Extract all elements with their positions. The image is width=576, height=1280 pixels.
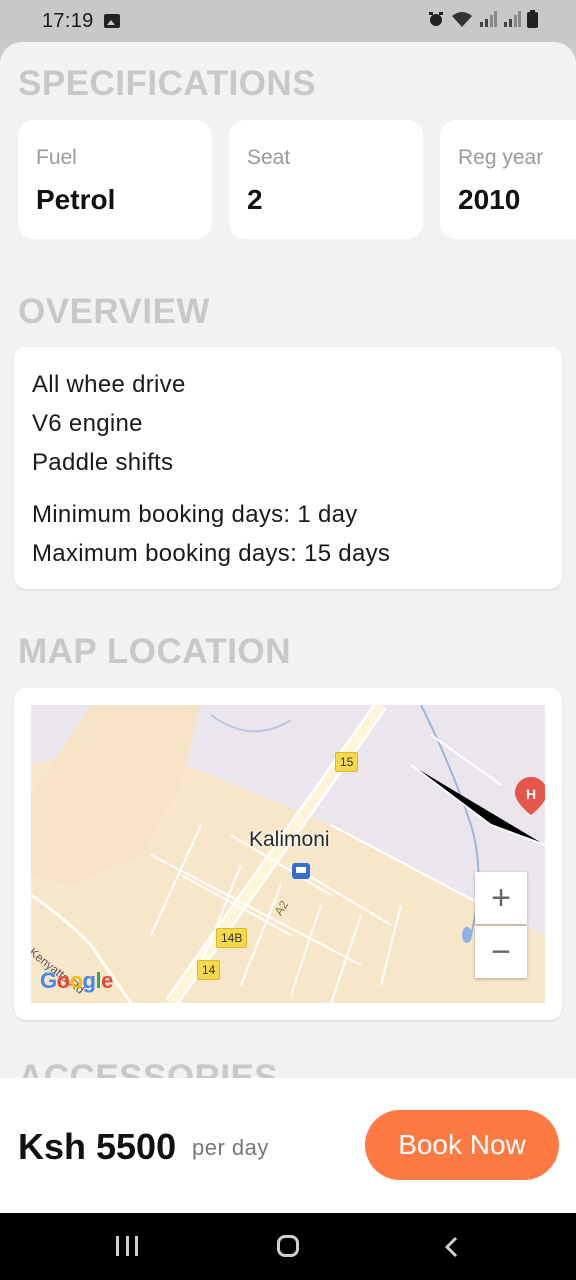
overview-card: All whee drive V6 engine Paddle shifts M… (14, 347, 562, 589)
map-card: H Kalimoni 15 14B 14 Kenyatta Rd A2 + − … (14, 688, 562, 1020)
map-location-title: MAP LOCATION (18, 632, 292, 671)
home-icon[interactable] (277, 1235, 299, 1257)
back-icon[interactable] (444, 1236, 460, 1258)
status-bar: 17:19 (0, 0, 576, 42)
svg-text:H: H (526, 786, 536, 802)
spec-card-seat: Seat 2 (229, 120, 423, 239)
overview-feature: V6 engine (32, 410, 143, 437)
booking-bar: Ksh 5500 per day Book Now (0, 1078, 576, 1213)
overview-feature: Paddle shifts (32, 449, 174, 476)
min-booking-days: Minimum booking days: 1 day (32, 501, 358, 528)
price: Ksh 5500 (18, 1126, 177, 1167)
system-nav-bar (0, 1213, 576, 1280)
road-label: 14 (197, 960, 221, 980)
signal-icon-1 (479, 10, 497, 32)
map-background: H (31, 705, 545, 1003)
book-now-button[interactable]: Book Now (365, 1110, 559, 1180)
spec-label: Reg year (458, 146, 544, 169)
recent-apps-icon[interactable] (116, 1236, 138, 1256)
spec-card-reg-year: Reg year 2010 (440, 120, 576, 239)
road-label: 15 (335, 752, 359, 772)
signal-icon-2 (503, 10, 521, 32)
google-logo-mark: Google (40, 968, 114, 993)
spec-value: 2 (247, 184, 263, 215)
spec-value: 2010 (458, 184, 521, 215)
max-booking-days: Maximum booking days: 15 days (32, 540, 391, 567)
wifi-icon (451, 10, 473, 33)
status-icons (427, 9, 538, 33)
specifications-title: SPECIFICATIONS (18, 64, 317, 103)
spec-value: Petrol (36, 184, 116, 215)
status-time: 17:19 (42, 9, 94, 32)
spec-label: Seat (247, 146, 291, 169)
map-place-label: Kalimoni (249, 828, 330, 851)
car-details-content[interactable]: SPECIFICATIONS Fuel Petrol Seat 2 Reg ye… (0, 42, 576, 1078)
spec-card-fuel: Fuel Petrol (18, 120, 212, 239)
road-label: 14B (216, 928, 248, 948)
overview-feature: All whee drive (32, 371, 186, 398)
accessories-title: ACCESSORIES (18, 1058, 279, 1078)
map-view[interactable]: H Kalimoni 15 14B 14 Kenyatta Rd A2 + − … (31, 705, 545, 1003)
battery-icon (527, 9, 538, 33)
spec-label: Fuel (36, 146, 77, 169)
alarm-icon (427, 10, 445, 33)
zoom-in-button[interactable]: + (475, 872, 527, 924)
price-unit: per day (192, 1135, 269, 1160)
image-notification-icon (103, 14, 120, 28)
overview-title: OVERVIEW (18, 292, 211, 331)
svg-text:Google: Google (40, 968, 113, 993)
zoom-out-button[interactable]: − (475, 926, 527, 978)
